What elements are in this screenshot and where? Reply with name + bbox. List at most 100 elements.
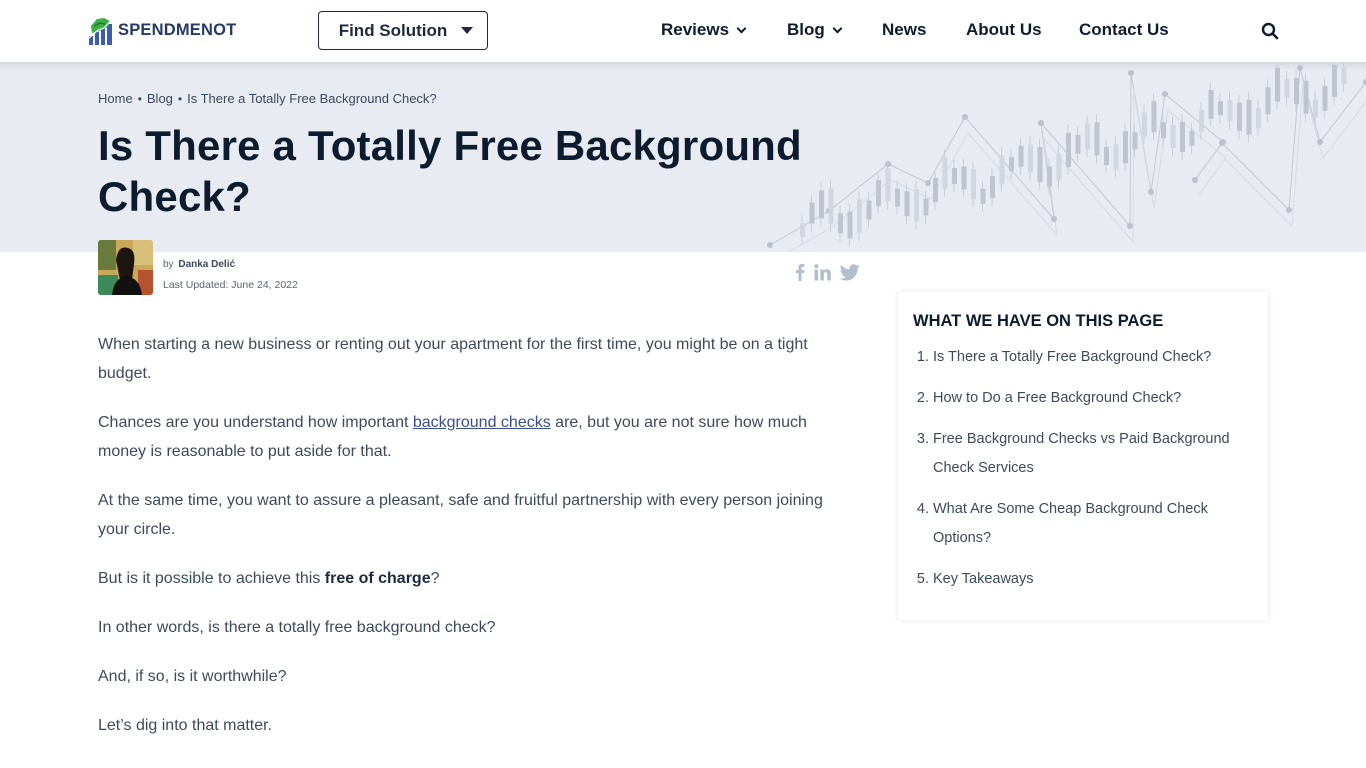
decorative-mark: [961, 166, 967, 190]
site-header: SPENDMENOT Find Solution Reviews Blog Ne…: [0, 0, 1366, 62]
decorative-mark: [1047, 166, 1052, 187]
decorative-mark: [885, 168, 891, 202]
author-avatar[interactable]: [98, 240, 153, 295]
breadcrumb-blog[interactable]: Blog: [147, 91, 173, 106]
nav-label: News: [882, 20, 927, 39]
paragraph: But is it possible to achieve this free …: [98, 564, 858, 593]
table-of-contents: WHAT WE HAVE ON THIS PAGE 1. Is There a T…: [898, 292, 1268, 620]
find-solution-button[interactable]: Find Solution: [318, 11, 488, 50]
decorative-mark: [1028, 144, 1033, 173]
toc-number: 5.: [916, 571, 929, 587]
toc-number: 4.: [916, 501, 929, 517]
decorative-mark: [1246, 99, 1252, 135]
decorative-mark: [895, 188, 900, 207]
nav-item-reviews[interactable]: Reviews: [661, 20, 747, 40]
by-label: by: [163, 259, 174, 270]
text: ?: [430, 570, 440, 587]
last-updated: Last Updated: June 24, 2022: [163, 279, 298, 291]
decorative-mark: [1297, 65, 1303, 71]
paragraph: Let’s dig into that matter.: [98, 717, 273, 734]
toc-item: 1. Is There a Totally Free Background Che…: [913, 343, 1253, 372]
decorative-mark: [1066, 132, 1071, 167]
decorative-mark: [1170, 124, 1176, 148]
page-title: Is There a Totally Free Background Check…: [98, 122, 802, 220]
author-name[interactable]: Danka Delić: [178, 259, 235, 270]
toc-link[interactable]: Is There a Totally Free Background Check…: [933, 343, 1211, 372]
nav-label: Reviews: [661, 20, 730, 39]
toc-item: 4. What Are Some Cheap Background Check O…: [913, 495, 1253, 553]
toc-link[interactable]: Free Background Checks vs Paid Backgroun…: [933, 425, 1253, 483]
decorative-mark: [1018, 145, 1024, 167]
decorative-mark: [1322, 85, 1328, 111]
search-icon[interactable]: [1261, 22, 1279, 40]
decorative-mark: [1341, 67, 1347, 85]
decorative-mark: [1132, 132, 1138, 150]
decorative-mark: [1227, 100, 1233, 122]
nav-item-news[interactable]: News: [882, 20, 926, 40]
breadcrumb-home[interactable]: Home: [98, 91, 133, 106]
decorative-mark: [990, 176, 995, 199]
decorative-mark: [1056, 153, 1062, 181]
decorative-mark: [1199, 109, 1204, 132]
nav-item-contact-us[interactable]: Contact Us: [1079, 20, 1169, 40]
decorative-mark: [1142, 112, 1147, 137]
breadcrumb-separator: •: [177, 91, 183, 106]
decorative-mark: [1038, 120, 1044, 126]
decorative-mark: [971, 169, 976, 200]
decorative-mark: [1127, 223, 1133, 229]
linkedin-icon[interactable]: [814, 263, 831, 281]
decorative-mark: [1085, 123, 1090, 150]
logo-icon: [88, 17, 114, 45]
decorative-mark: [1123, 131, 1128, 164]
toc-number: 3.: [916, 431, 929, 447]
decorative-mark: [942, 157, 948, 189]
decorative-mark: [952, 167, 957, 184]
author-byline: by Danka Delić: [163, 259, 235, 270]
text: Chances are you understand how important: [98, 414, 413, 431]
nav-item-blog[interactable]: Blog: [787, 20, 843, 40]
decorative-mark: [767, 242, 773, 248]
decorative-mark: [1151, 101, 1157, 133]
decorative-mark: [1332, 64, 1337, 97]
decorative-mark: [1317, 139, 1323, 145]
decorative-mark: [1009, 157, 1014, 172]
nav-label: Contact Us: [1079, 20, 1169, 39]
decorative-mark: [1275, 67, 1280, 102]
decorative-mark: [1265, 87, 1271, 115]
toc-title: WHAT WE HAVE ON THIS PAGE: [913, 312, 1164, 330]
decorative-mark: [1189, 130, 1195, 146]
facebook-icon[interactable]: [795, 263, 805, 281]
decorative-mark: [933, 177, 938, 202]
paragraph: Chances are you understand how important…: [98, 408, 858, 466]
logo-link[interactable]: SPENDMENOT: [88, 16, 236, 45]
toc-link[interactable]: How to Do a Free Background Check?: [933, 384, 1181, 413]
nav-item-about-us[interactable]: About Us: [966, 20, 1042, 40]
share-icons: [795, 263, 860, 281]
toc-link[interactable]: What Are Some Cheap Background Check Opt…: [933, 495, 1253, 553]
decorative-mark: [1313, 99, 1318, 118]
decorative-mark: [1180, 122, 1185, 153]
decorative-mark: [1148, 189, 1154, 195]
decorative-mark: [1162, 91, 1168, 97]
paragraph: In other words, is there a totally free …: [98, 619, 496, 636]
background-checks-link[interactable]: background checks: [413, 414, 551, 431]
decorative-mark: [1294, 78, 1299, 105]
decorative-mark: [980, 188, 986, 204]
decorative-mark: [999, 155, 1005, 185]
find-solution-label: Find Solution: [338, 20, 448, 40]
decorative-mark: [1113, 144, 1119, 170]
decorative-mark: [1037, 147, 1043, 183]
decorative-mark: [800, 223, 805, 237]
paragraph: And, if so, is it worthwhile?: [98, 668, 287, 685]
toc-number: 1.: [916, 349, 929, 365]
decorative-mark: [1128, 70, 1134, 76]
decorative-mark: [1237, 102, 1242, 131]
toc-link[interactable]: Key Takeaways: [933, 565, 1033, 594]
twitter-icon[interactable]: [840, 263, 860, 281]
decorative-mark: [925, 180, 931, 186]
chevron-down-icon: [736, 23, 747, 33]
breadcrumb-separator: •: [137, 91, 142, 106]
decorative-mark: [923, 198, 929, 216]
breadcrumb: Home • Blog • Is There a Totally Free Ba…: [98, 91, 437, 106]
paragraph: At the same time, you want to assure a p…: [98, 492, 823, 538]
